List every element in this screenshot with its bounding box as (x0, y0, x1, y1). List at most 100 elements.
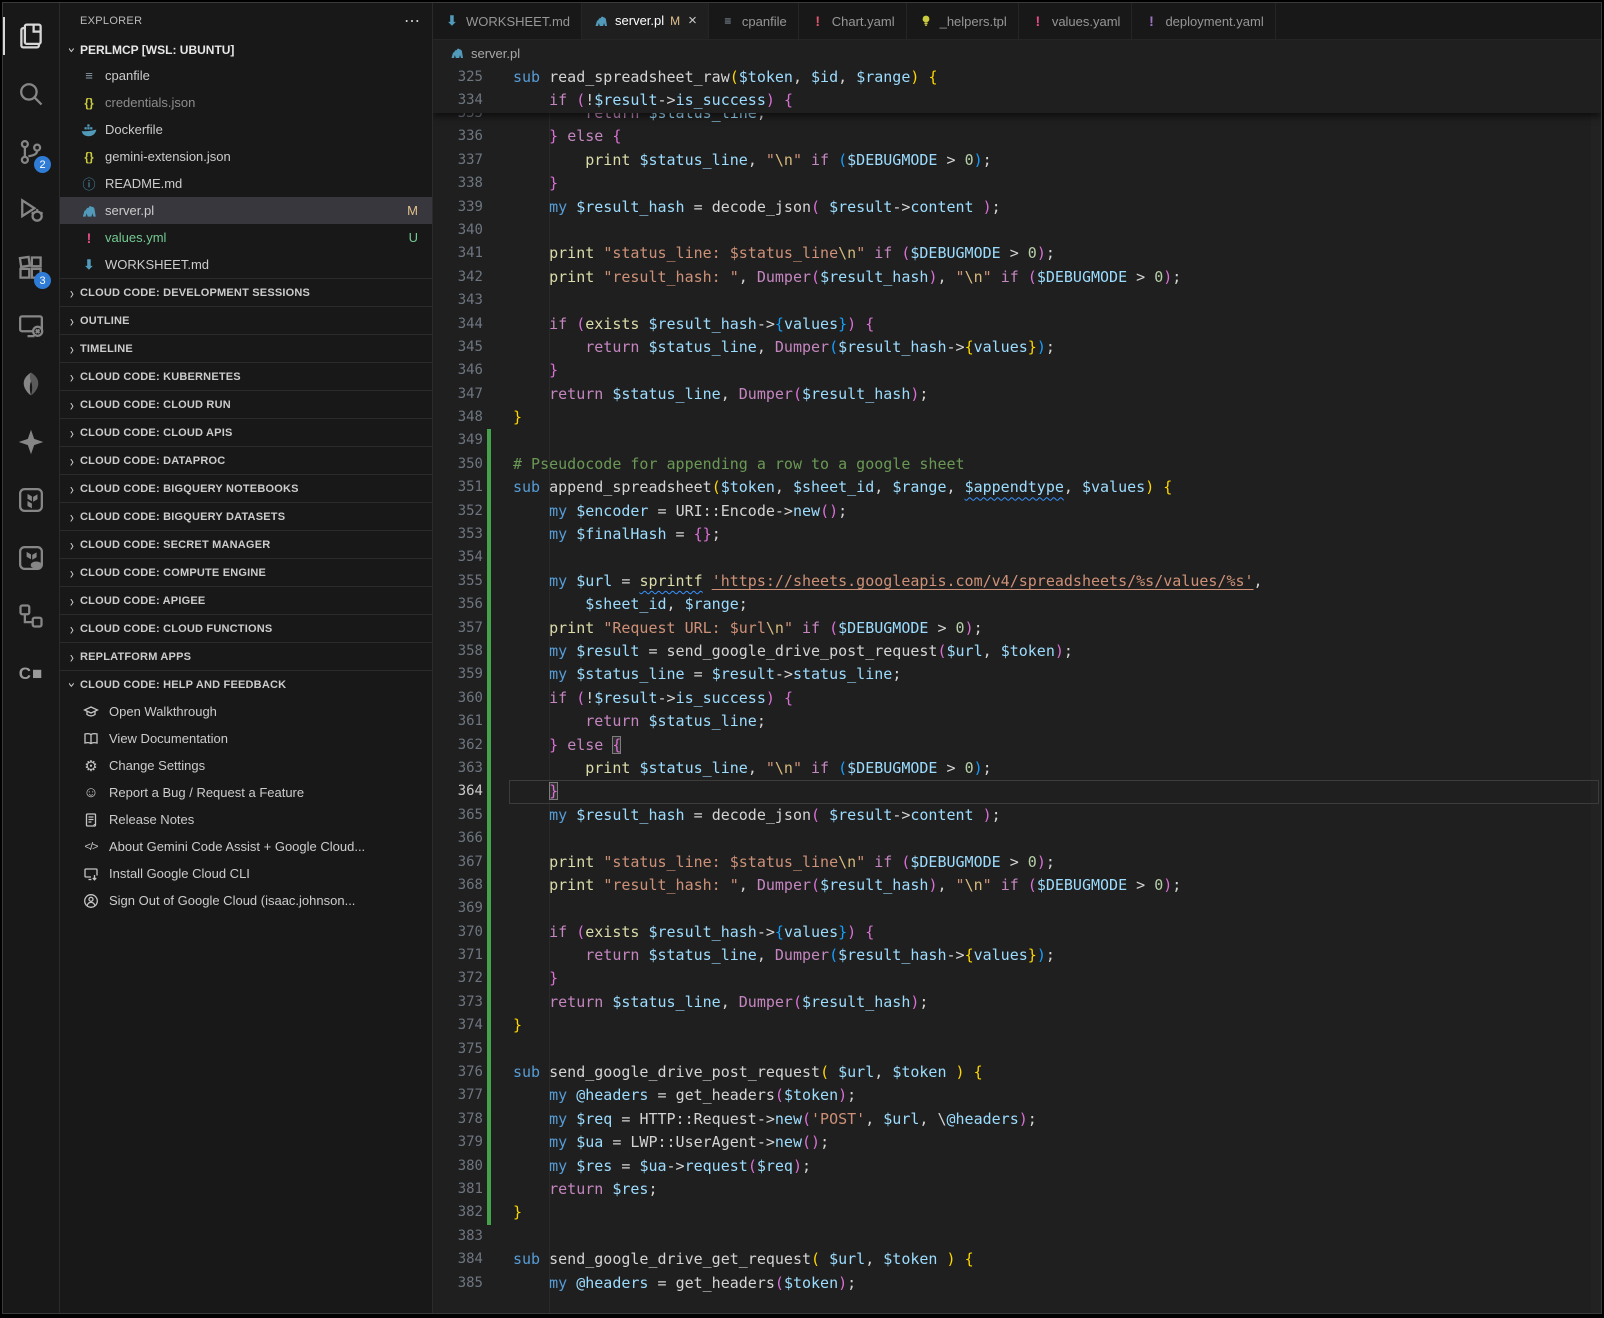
help-item-report-a-bug-request-a-feature[interactable]: ☺Report a Bug / Request a Feature (60, 779, 432, 806)
gemini-sparkle-icon[interactable] (3, 413, 59, 471)
line-number[interactable]: 347 (433, 383, 483, 406)
code-line-383[interactable]: 383 (433, 1225, 1601, 1248)
tab-cpanfile[interactable]: ≡cpanfile (709, 3, 799, 39)
code-line-384[interactable]: 384sub send_google_drive_get_request( $u… (433, 1248, 1601, 1271)
section-outline[interactable]: ›OUTLINE (60, 306, 432, 334)
cloud-leaf-icon[interactable] (3, 355, 59, 413)
code-line-371[interactable]: 371 return $status_line, Dumper($result_… (433, 944, 1601, 967)
line-number[interactable]: 375 (433, 1038, 483, 1061)
section-cloud-code-cloud-apis[interactable]: ›CLOUD CODE: CLOUD APIS (60, 418, 432, 446)
file-item-credentials.json[interactable]: {}credentials.json (60, 89, 432, 116)
section-replatform-apps[interactable]: ›REPLATFORM APPS (60, 642, 432, 670)
code-line-336[interactable]: 336 } else { (433, 125, 1601, 148)
code-line-376[interactable]: 376sub send_google_drive_post_request( $… (433, 1061, 1601, 1084)
help-item-install-google-cloud-cli[interactable]: Install Google Cloud CLI (60, 860, 432, 887)
code-line-362[interactable]: 362 } else { (433, 734, 1601, 757)
line-number[interactable]: 334 (433, 89, 483, 112)
line-number[interactable]: 365 (433, 804, 483, 827)
file-item-cpanfile[interactable]: ≡cpanfile (60, 62, 432, 89)
line-number[interactable]: 349 (433, 429, 483, 452)
code-line-373[interactable]: 373 return $status_line, Dumper($result_… (433, 991, 1601, 1014)
line-number[interactable]: 374 (433, 1014, 483, 1037)
code-line-352[interactable]: 352 my $encoder = URI::Encode->new(); (433, 500, 1601, 523)
symbols-icon[interactable] (3, 587, 59, 645)
line-number[interactable]: 360 (433, 687, 483, 710)
tab-WORKSHEET.md[interactable]: ⬇WORKSHEET.md (433, 3, 582, 39)
line-number[interactable]: 385 (433, 1272, 483, 1295)
code-line-341[interactable]: 341 print "status_line: $status_line\n" … (433, 242, 1601, 265)
code-line-380[interactable]: 380 my $res = $ua->request($req); (433, 1155, 1601, 1178)
code-line-360[interactable]: 360 if (!$result->is_success) { (433, 687, 1601, 710)
line-number[interactable]: 363 (433, 757, 483, 780)
code-line-349[interactable]: 349 (433, 429, 1601, 452)
line-number[interactable]: 355 (433, 570, 483, 593)
code-line-369[interactable]: 369 (433, 897, 1601, 920)
file-item-gemini-extension.json[interactable]: {}gemini-extension.json (60, 143, 432, 170)
line-number[interactable]: 354 (433, 546, 483, 569)
sticky-line-325[interactable]: 325sub read_spreadsheet_raw($token, $id,… (433, 66, 1601, 89)
line-number[interactable]: 343 (433, 289, 483, 312)
line-number[interactable]: 358 (433, 640, 483, 663)
line-number[interactable]: 373 (433, 991, 483, 1014)
extensions-icon[interactable]: 3 (3, 239, 59, 297)
help-item-sign-out-of-google-cloud-isaac-johnson-[interactable]: Sign Out of Google Cloud (isaac.johnson.… (60, 887, 432, 914)
line-number[interactable]: 346 (433, 359, 483, 382)
code-line-340[interactable]: 340 (433, 219, 1601, 242)
line-number[interactable]: 379 (433, 1131, 483, 1154)
section-cloud-code-bigquery-datasets[interactable]: ›CLOUD CODE: BIGQUERY DATASETS (60, 502, 432, 530)
code-line-342[interactable]: 342 print "result_hash: ", Dumper($resul… (433, 266, 1601, 289)
code-editor[interactable]: 335 return $status_line;336 } else {337 … (433, 66, 1601, 1313)
section-cloud-code-secret-manager[interactable]: ›CLOUD CODE: SECRET MANAGER (60, 530, 432, 558)
code-line-359[interactable]: 359 my $status_line = $result->status_li… (433, 663, 1601, 686)
code-line-368[interactable]: 368 print "result_hash: ", Dumper($resul… (433, 874, 1601, 897)
section-cloud-code-development-sessions[interactable]: ›CLOUD CODE: DEVELOPMENT SESSIONS (60, 278, 432, 306)
section-cloud-code-bigquery-notebooks[interactable]: ›CLOUD CODE: BIGQUERY NOTEBOOKS (60, 474, 432, 502)
line-number[interactable]: 339 (433, 196, 483, 219)
sidebar-actions-icon[interactable]: ⋯ (404, 11, 420, 31)
files-icon[interactable] (3, 7, 59, 65)
code-line-370[interactable]: 370 if (exists $result_hash->{values}) { (433, 921, 1601, 944)
line-number[interactable]: 325 (433, 66, 483, 89)
ci-icon[interactable]: C■ (3, 645, 59, 703)
code-line-338[interactable]: 338 } (433, 172, 1601, 195)
line-number[interactable]: 338 (433, 172, 483, 195)
code-line-378[interactable]: 378 my $req = HTTP::Request->new('POST',… (433, 1108, 1601, 1131)
line-number[interactable]: 353 (433, 523, 483, 546)
terraform-icon[interactable] (3, 471, 59, 529)
code-line-343[interactable]: 343 (433, 289, 1601, 312)
code-line-348[interactable]: 348} (433, 406, 1601, 429)
code-line-381[interactable]: 381 return $res; (433, 1178, 1601, 1201)
line-number[interactable]: 359 (433, 663, 483, 686)
line-number[interactable]: 372 (433, 967, 483, 990)
line-number[interactable]: 370 (433, 921, 483, 944)
file-item-Dockerfile[interactable]: Dockerfile (60, 116, 432, 143)
line-number[interactable]: 340 (433, 219, 483, 242)
tab-deployment.yaml[interactable]: !deployment.yaml (1132, 3, 1275, 39)
code-line-377[interactable]: 377 my @headers = get_headers($token); (433, 1084, 1601, 1107)
section-cloud-code-dataproc[interactable]: ›CLOUD CODE: DATAPROC (60, 446, 432, 474)
line-number[interactable]: 382 (433, 1201, 483, 1224)
code-line-350[interactable]: 350# Pseudocode for appending a row to a… (433, 453, 1601, 476)
help-item-about-gemini-code-assist-google-cloud-[interactable]: </>About Gemini Code Assist + Google Clo… (60, 833, 432, 860)
code-line-382[interactable]: 382} (433, 1201, 1601, 1224)
file-item-README.md[interactable]: ⓘREADME.md (60, 170, 432, 197)
tab-Chart.yaml[interactable]: !Chart.yaml (799, 3, 907, 39)
sticky-line-334[interactable]: 334 if (!$result->is_success) { (433, 89, 1601, 112)
line-number[interactable]: 369 (433, 897, 483, 920)
help-item-change-settings[interactable]: ⚙Change Settings (60, 752, 432, 779)
line-number[interactable]: 356 (433, 593, 483, 616)
search-icon[interactable] (3, 65, 59, 123)
code-line-351[interactable]: 351sub append_spreadsheet($token, $sheet… (433, 476, 1601, 499)
line-number[interactable]: 366 (433, 827, 483, 850)
code-line-367[interactable]: 367 print "status_line: $status_line\n" … (433, 851, 1601, 874)
section-cloud-code-cloud-functions[interactable]: ›CLOUD CODE: CLOUD FUNCTIONS (60, 614, 432, 642)
code-line-366[interactable]: 366 (433, 827, 1601, 850)
line-number[interactable]: 362 (433, 734, 483, 757)
line-number[interactable]: 376 (433, 1061, 483, 1084)
scrollbar[interactable] (1591, 66, 1601, 1313)
code-line-364[interactable]: 364 } (433, 780, 1601, 803)
code-line-365[interactable]: 365 my $result_hash = decode_json( $resu… (433, 804, 1601, 827)
section-cloud-code-apigee[interactable]: ›CLOUD CODE: APIGEE (60, 586, 432, 614)
remote-explorer-icon[interactable] (3, 297, 59, 355)
code-line-344[interactable]: 344 if (exists $result_hash->{values}) { (433, 313, 1601, 336)
